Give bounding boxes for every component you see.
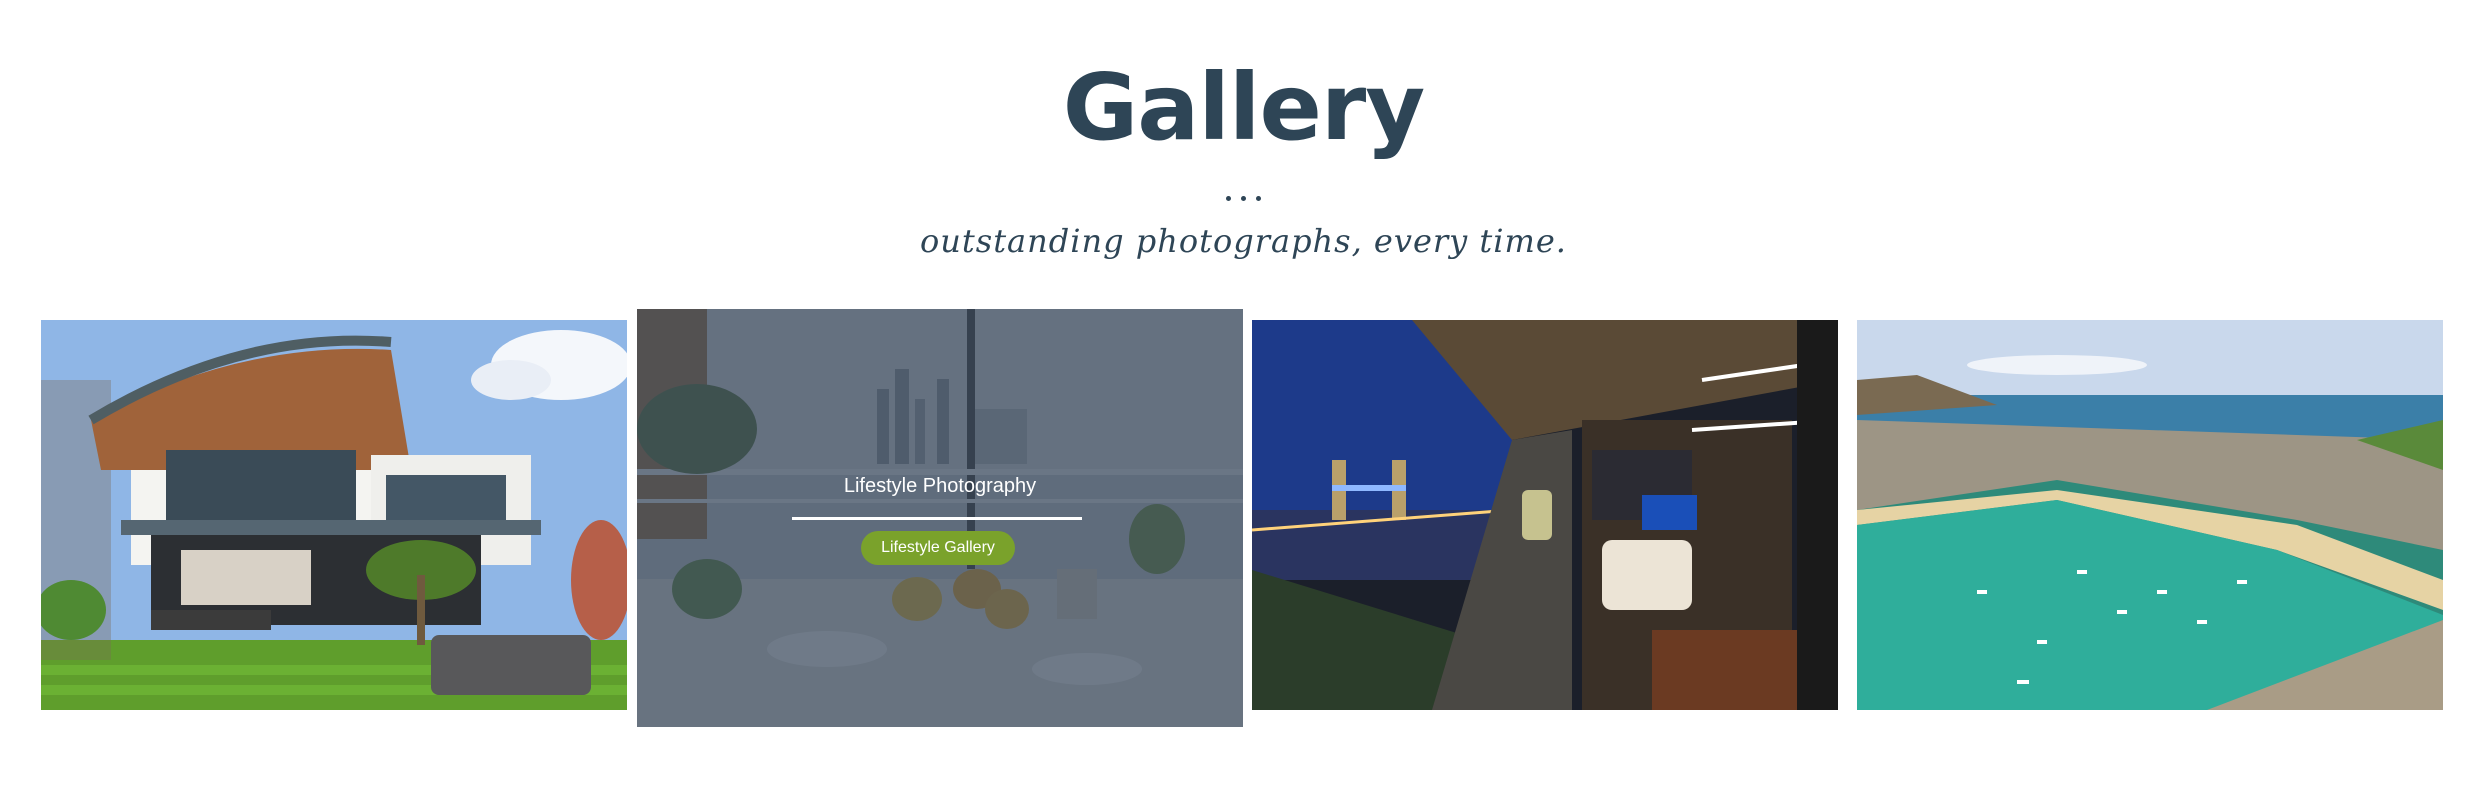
page-title: Gallery	[1062, 54, 1425, 161]
gallery-item-lifestyle[interactable]: Lifestyle Photography Lifestyle Gallery	[637, 309, 1243, 727]
hover-overlay: Lifestyle Photography Lifestyle Gallery	[637, 309, 1243, 727]
gallery-item-balcony[interactable]	[1252, 320, 1838, 710]
title-divider-dots	[0, 186, 2487, 205]
lifestyle-gallery-button[interactable]: Lifestyle Gallery	[861, 531, 1015, 565]
house-photo	[41, 320, 627, 710]
overlay-title: Lifestyle Photography	[843, 475, 1037, 497]
overlay-divider	[792, 517, 1082, 520]
gallery-item-harbour[interactable]	[1857, 320, 2443, 710]
page-subtitle: outstanding photographs, every time.	[920, 222, 1567, 260]
gallery-item-house[interactable]	[41, 320, 627, 710]
harbour-photo	[1857, 320, 2443, 710]
tower-bridge-photo	[1252, 320, 1838, 710]
